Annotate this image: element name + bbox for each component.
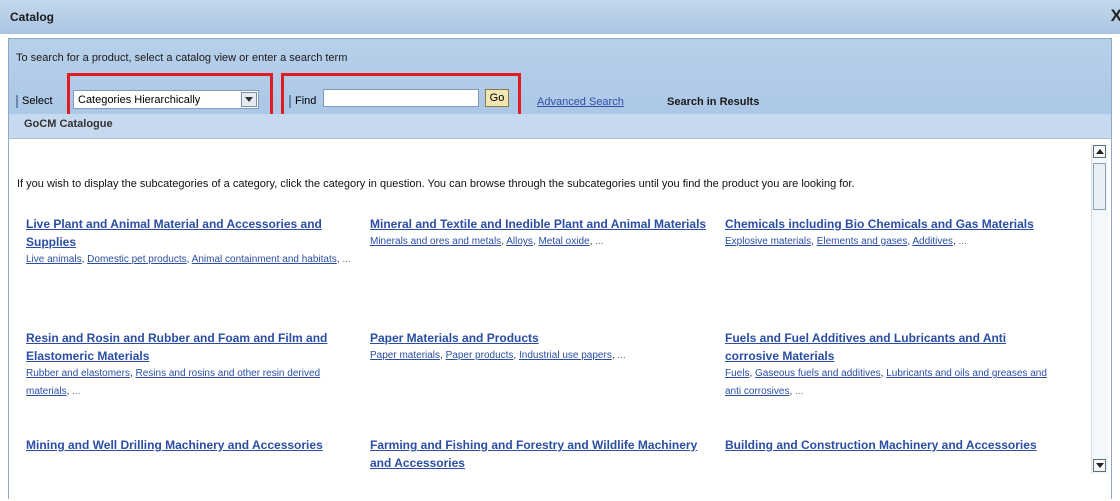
more-ellipsis[interactable]: ... xyxy=(595,236,603,247)
window-title: Catalog xyxy=(10,10,55,24)
category-block: Resin and Rosin and Rubber and Foam and … xyxy=(26,329,366,401)
scroll-down-icon[interactable] xyxy=(1093,459,1106,472)
category-title-link[interactable]: Live Plant and Animal Material and Acces… xyxy=(26,215,366,251)
select-label: Select xyxy=(16,95,53,108)
subcategory-link[interactable]: Animal containment and habitats xyxy=(192,254,337,265)
advanced-search-link[interactable]: Advanced Search xyxy=(537,96,624,108)
category-title-link[interactable]: Mining and Well Drilling Machinery and A… xyxy=(26,436,366,454)
subcategory-link[interactable]: Rubber and elastomers xyxy=(26,368,130,379)
catalog-frame: To search for a product, select a catalo… xyxy=(8,38,1112,501)
subcategory-link[interactable]: Minerals and ores and metals xyxy=(370,236,501,247)
more-ellipsis[interactable]: ... xyxy=(342,254,350,265)
subcategory-link[interactable]: Industrial use papers xyxy=(519,350,612,361)
category-block: Chemicals including Bio Chemicals and Ga… xyxy=(725,215,1060,251)
subcategory-list: Rubber and elastomers, Resins and rosins… xyxy=(26,368,321,397)
subcategory-link[interactable]: Paper materials xyxy=(370,350,440,361)
subcategory-link[interactable]: Explosive materials xyxy=(725,236,811,247)
category-block: Mining and Well Drilling Machinery and A… xyxy=(26,436,366,454)
subcategory-list: Paper materials, Paper products, Industr… xyxy=(370,350,626,361)
category-block: Mineral and Textile and Inedible Plant a… xyxy=(370,215,710,251)
vertical-scrollbar[interactable] xyxy=(1091,144,1108,474)
category-block: Fuels and Fuel Additives and Lubricants … xyxy=(725,329,1060,401)
highlight-box-select xyxy=(67,73,273,120)
category-grid: Live Plant and Animal Material and Acces… xyxy=(9,139,1069,499)
category-title-link[interactable]: Farming and Fishing and Forestry and Wil… xyxy=(370,436,710,472)
subcategory-link[interactable]: Alloys xyxy=(506,236,533,247)
scroll-up-icon[interactable] xyxy=(1093,145,1106,158)
subcategory-link[interactable]: Live animals xyxy=(26,254,82,265)
more-ellipsis[interactable]: ... xyxy=(795,386,803,397)
subcategory-link[interactable]: Additives xyxy=(912,236,953,247)
more-ellipsis[interactable]: ... xyxy=(959,236,967,247)
category-block: Building and Construction Machinery and … xyxy=(725,436,1060,454)
close-icon[interactable]: X xyxy=(1111,7,1120,24)
window-titlebar: Catalog X xyxy=(0,0,1120,34)
category-title-link[interactable]: Fuels and Fuel Additives and Lubricants … xyxy=(725,329,1060,365)
more-ellipsis[interactable]: ... xyxy=(617,350,625,361)
catalog-name-bar: GoCM Catalogue xyxy=(9,114,1111,138)
subcategory-link[interactable]: Gaseous fuels and additives xyxy=(755,368,881,379)
instruction-text: To search for a product, select a catalo… xyxy=(16,52,348,64)
category-title-link[interactable]: Mineral and Textile and Inedible Plant a… xyxy=(370,215,710,233)
subcategory-list: Fuels, Gaseous fuels and additives, Lubr… xyxy=(725,368,1047,397)
catalog-name: GoCM Catalogue xyxy=(24,118,113,130)
category-block: Paper Materials and Products Paper materi… xyxy=(370,329,710,365)
category-title-link[interactable]: Chemicals including Bio Chemicals and Ga… xyxy=(725,215,1060,233)
subcategory-link[interactable]: Fuels xyxy=(725,368,749,379)
subcategory-link[interactable]: Domestic pet products xyxy=(87,254,187,265)
scroll-thumb[interactable] xyxy=(1093,163,1106,210)
more-ellipsis[interactable]: ... xyxy=(72,386,80,397)
subcategory-list: Minerals and ores and metals, Alloys, Me… xyxy=(370,236,604,247)
search-toolbar: To search for a product, select a catalo… xyxy=(9,39,1111,138)
search-in-results-label[interactable]: Search in Results xyxy=(667,96,759,108)
category-title-link[interactable]: Paper Materials and Products xyxy=(370,329,710,347)
highlight-box-find xyxy=(281,73,521,120)
subcategory-list: Live animals, Domestic pet products, Ani… xyxy=(26,254,351,265)
category-title-link[interactable]: Building and Construction Machinery and … xyxy=(725,436,1060,454)
category-content: If you wish to display the subcategories… xyxy=(9,138,1111,501)
subcategory-link[interactable]: Paper products xyxy=(446,350,514,361)
category-block: Live Plant and Animal Material and Acces… xyxy=(26,215,366,269)
category-title-link[interactable]: Resin and Rosin and Rubber and Foam and … xyxy=(26,329,366,365)
category-block: Farming and Fishing and Forestry and Wil… xyxy=(370,436,710,472)
subcategory-list: Explosive materials, Elements and gases,… xyxy=(725,236,967,247)
subcategory-link[interactable]: Elements and gases xyxy=(817,236,908,247)
subcategory-link[interactable]: Metal oxide xyxy=(538,236,589,247)
